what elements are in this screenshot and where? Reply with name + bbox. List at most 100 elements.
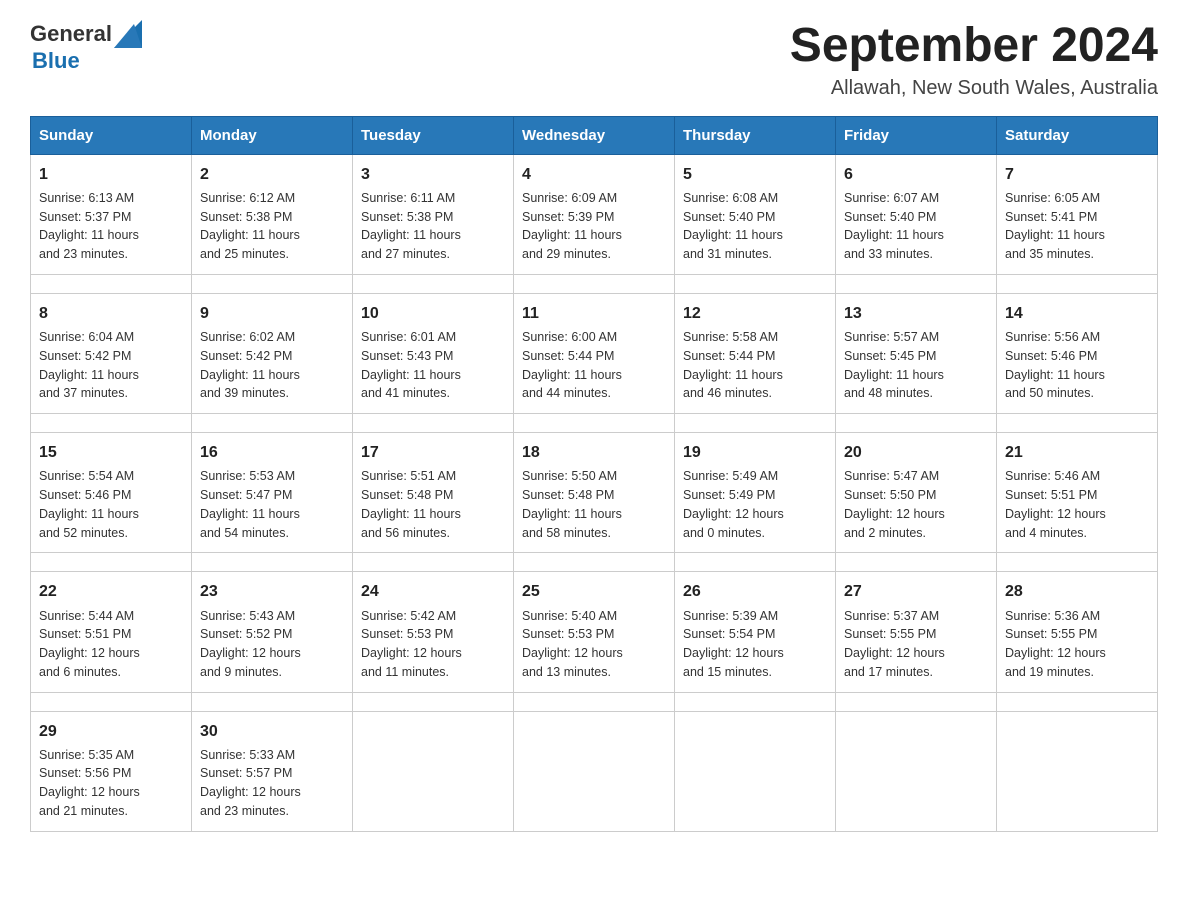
calendar-day-cell: 20Sunrise: 5:47 AMSunset: 5:50 PMDayligh… <box>836 433 997 553</box>
week-separator-cell <box>353 414 514 433</box>
daylight-text-line1: Daylight: 11 hours <box>361 366 505 385</box>
daylight-text-line1: Daylight: 12 hours <box>522 644 666 663</box>
day-number: 4 <box>522 163 666 186</box>
day-number: 19 <box>683 441 827 464</box>
calendar-day-cell: 7Sunrise: 6:05 AMSunset: 5:41 PMDaylight… <box>997 154 1158 274</box>
daylight-text-line2: and 9 minutes. <box>200 663 344 682</box>
day-info: Sunrise: 5:35 AMSunset: 5:56 PMDaylight:… <box>39 746 183 821</box>
calendar-week-row: 8Sunrise: 6:04 AMSunset: 5:42 PMDaylight… <box>31 293 1158 413</box>
daylight-text-line1: Daylight: 11 hours <box>200 226 344 245</box>
day-number: 21 <box>1005 441 1149 464</box>
day-number: 7 <box>1005 163 1149 186</box>
day-info: Sunrise: 6:08 AMSunset: 5:40 PMDaylight:… <box>683 189 827 264</box>
calendar-week-row: 1 Sunrise: 6:13 AMSunset: 5:37 PMDaylight… <box>31 154 1158 274</box>
week-separator-cell <box>31 414 192 433</box>
daylight-text-line2: and 2 minutes. <box>844 524 988 543</box>
daylight-text-line2: and 23 minutes. <box>39 245 183 264</box>
sunrise-text: Sunrise: 6:07 AM <box>844 189 988 208</box>
calendar-day-cell: 11Sunrise: 6:00 AMSunset: 5:44 PMDayligh… <box>514 293 675 413</box>
daylight-text-line2: and 25 minutes. <box>200 245 344 264</box>
daylight-text-line1: Daylight: 12 hours <box>200 783 344 802</box>
sunrise-text: Sunrise: 6:09 AM <box>522 189 666 208</box>
calendar-week-row: 29Sunrise: 5:35 AMSunset: 5:56 PMDayligh… <box>31 711 1158 831</box>
sunset-text: Sunset: 5:43 PM <box>361 347 505 366</box>
sunset-text: Sunset: 5:42 PM <box>39 347 183 366</box>
calendar-day-cell <box>836 711 997 831</box>
sunrise-text: Sunrise: 5:47 AM <box>844 467 988 486</box>
calendar-day-cell: 22Sunrise: 5:44 AMSunset: 5:51 PMDayligh… <box>31 572 192 692</box>
calendar-day-cell: 24Sunrise: 5:42 AMSunset: 5:53 PMDayligh… <box>353 572 514 692</box>
daylight-text-line1: Daylight: 11 hours <box>39 505 183 524</box>
week-separator-cell <box>31 274 192 293</box>
week-separator-cell <box>997 274 1158 293</box>
calendar-day-cell: 25Sunrise: 5:40 AMSunset: 5:53 PMDayligh… <box>514 572 675 692</box>
week-separator-cell <box>675 692 836 711</box>
sunset-text: Sunset: 5:38 PM <box>200 208 344 227</box>
day-number: 17 <box>361 441 505 464</box>
day-info: Sunrise: 6:09 AMSunset: 5:39 PMDaylight:… <box>522 189 666 264</box>
day-info: Sunrise: 5:58 AMSunset: 5:44 PMDaylight:… <box>683 328 827 403</box>
week-separator-row <box>31 274 1158 293</box>
day-info: Sunrise: 5:46 AMSunset: 5:51 PMDaylight:… <box>1005 467 1149 542</box>
sunset-text: Sunset: 5:40 PM <box>844 208 988 227</box>
daylight-text-line2: and 13 minutes. <box>522 663 666 682</box>
daylight-text-line2: and 50 minutes. <box>1005 384 1149 403</box>
daylight-text-line2: and 23 minutes. <box>200 802 344 821</box>
daylight-text-line1: Daylight: 12 hours <box>844 505 988 524</box>
sunrise-text: Sunrise: 5:37 AM <box>844 607 988 626</box>
daylight-text-line1: Daylight: 11 hours <box>844 226 988 245</box>
sunset-text: Sunset: 5:53 PM <box>361 625 505 644</box>
sunrise-text: Sunrise: 5:44 AM <box>39 607 183 626</box>
logo-blue-text: Blue <box>30 48 80 74</box>
day-info: Sunrise: 6:02 AMSunset: 5:42 PMDaylight:… <box>200 328 344 403</box>
day-number: 14 <box>1005 302 1149 325</box>
day-info: Sunrise: 5:50 AMSunset: 5:48 PMDaylight:… <box>522 467 666 542</box>
daylight-text-line1: Daylight: 11 hours <box>522 226 666 245</box>
sunrise-text: Sunrise: 5:42 AM <box>361 607 505 626</box>
day-number: 23 <box>200 580 344 603</box>
week-separator-cell <box>353 692 514 711</box>
day-info: Sunrise: 6:13 AMSunset: 5:37 PMDaylight:… <box>39 189 183 264</box>
day-number: 1 <box>39 163 183 186</box>
daylight-text-line2: and 19 minutes. <box>1005 663 1149 682</box>
calendar-day-cell: 5Sunrise: 6:08 AMSunset: 5:40 PMDaylight… <box>675 154 836 274</box>
day-number: 6 <box>844 163 988 186</box>
calendar-day-cell: 2 Sunrise: 6:12 AMSunset: 5:38 PMDaylight… <box>192 154 353 274</box>
daylight-text-line2: and 52 minutes. <box>39 524 183 543</box>
header-thursday: Thursday <box>675 116 836 154</box>
calendar-day-cell: 29Sunrise: 5:35 AMSunset: 5:56 PMDayligh… <box>31 711 192 831</box>
calendar-day-cell: 1 Sunrise: 6:13 AMSunset: 5:37 PMDaylight… <box>31 154 192 274</box>
daylight-text-line2: and 29 minutes. <box>522 245 666 264</box>
day-info: Sunrise: 5:37 AMSunset: 5:55 PMDaylight:… <box>844 607 988 682</box>
daylight-text-line1: Daylight: 12 hours <box>39 644 183 663</box>
day-number: 2 <box>200 163 344 186</box>
week-separator-cell <box>514 414 675 433</box>
sunrise-text: Sunrise: 5:56 AM <box>1005 328 1149 347</box>
sunset-text: Sunset: 5:46 PM <box>39 486 183 505</box>
week-separator-cell <box>31 692 192 711</box>
day-info: Sunrise: 5:53 AMSunset: 5:47 PMDaylight:… <box>200 467 344 542</box>
calendar-day-cell <box>997 711 1158 831</box>
day-info: Sunrise: 6:12 AMSunset: 5:38 PMDaylight:… <box>200 189 344 264</box>
daylight-text-line2: and 41 minutes. <box>361 384 505 403</box>
day-number: 12 <box>683 302 827 325</box>
sunset-text: Sunset: 5:44 PM <box>522 347 666 366</box>
day-info: Sunrise: 5:39 AMSunset: 5:54 PMDaylight:… <box>683 607 827 682</box>
sunset-text: Sunset: 5:44 PM <box>683 347 827 366</box>
day-info: Sunrise: 5:36 AMSunset: 5:55 PMDaylight:… <box>1005 607 1149 682</box>
calendar-day-cell: 28Sunrise: 5:36 AMSunset: 5:55 PMDayligh… <box>997 572 1158 692</box>
daylight-text-line2: and 21 minutes. <box>39 802 183 821</box>
week-separator-cell <box>675 274 836 293</box>
sunset-text: Sunset: 5:56 PM <box>39 764 183 783</box>
week-separator-cell <box>836 553 997 572</box>
day-info: Sunrise: 5:49 AMSunset: 5:49 PMDaylight:… <box>683 467 827 542</box>
daylight-text-line2: and 35 minutes. <box>1005 245 1149 264</box>
day-info: Sunrise: 5:56 AMSunset: 5:46 PMDaylight:… <box>1005 328 1149 403</box>
calendar-day-cell: 12 Sunrise: 5:58 AMSunset: 5:44 PMDayligh… <box>675 293 836 413</box>
day-number: 10 <box>361 302 505 325</box>
daylight-text-line2: and 4 minutes. <box>1005 524 1149 543</box>
week-separator-row <box>31 553 1158 572</box>
daylight-text-line1: Daylight: 11 hours <box>39 226 183 245</box>
day-info: Sunrise: 5:44 AMSunset: 5:51 PMDaylight:… <box>39 607 183 682</box>
daylight-text-line2: and 46 minutes. <box>683 384 827 403</box>
